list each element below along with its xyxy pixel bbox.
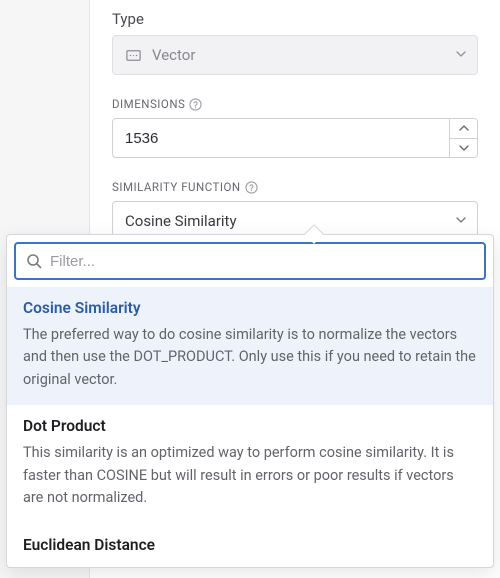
filter-box[interactable] [14,242,486,280]
filter-wrap [7,235,493,287]
option-cosine-similarity[interactable]: Cosine Similarity The preferred way to d… [7,287,493,405]
option-dot-product[interactable]: Dot Product This similarity is an optimi… [7,405,493,523]
option-title: Dot Product [23,417,477,435]
vector-icon [125,47,142,64]
field-group-dimensions: DIMENSIONS [112,97,478,158]
type-select[interactable]: Vector [112,35,478,75]
stepper-buttons [449,119,477,157]
similarity-value: Cosine Similarity [125,212,237,230]
dimensions-label: DIMENSIONS [112,97,478,111]
similarity-dropdown: Cosine Similarity The preferred way to d… [6,234,494,568]
step-up-button[interactable] [450,119,477,139]
option-title: Cosine Similarity [23,299,477,317]
help-icon[interactable] [189,98,202,111]
chevron-down-icon [455,46,467,64]
help-icon[interactable] [245,181,258,194]
option-desc: This similarity is an optimized way to p… [23,442,477,509]
similarity-label: SIMILARITY FUNCTION [112,180,478,194]
field-form: Type Vector DIMENSIONS [90,0,500,263]
dimensions-input[interactable] [113,119,449,157]
option-title: Euclidean Distance [23,536,477,554]
search-icon [26,253,42,269]
step-down-button[interactable] [450,139,477,158]
chevron-down-icon [455,212,467,230]
field-group-type: Type Vector [112,10,478,75]
option-euclidean-distance[interactable]: Euclidean Distance [7,524,493,567]
type-value: Vector [152,46,195,64]
dimensions-stepper [112,118,478,158]
option-desc: The preferred way to do cosine similarit… [23,324,477,391]
filter-input[interactable] [50,253,474,270]
type-label: Type [112,10,478,28]
field-group-similarity: SIMILARITY FUNCTION Cosine Similarity [112,180,478,241]
